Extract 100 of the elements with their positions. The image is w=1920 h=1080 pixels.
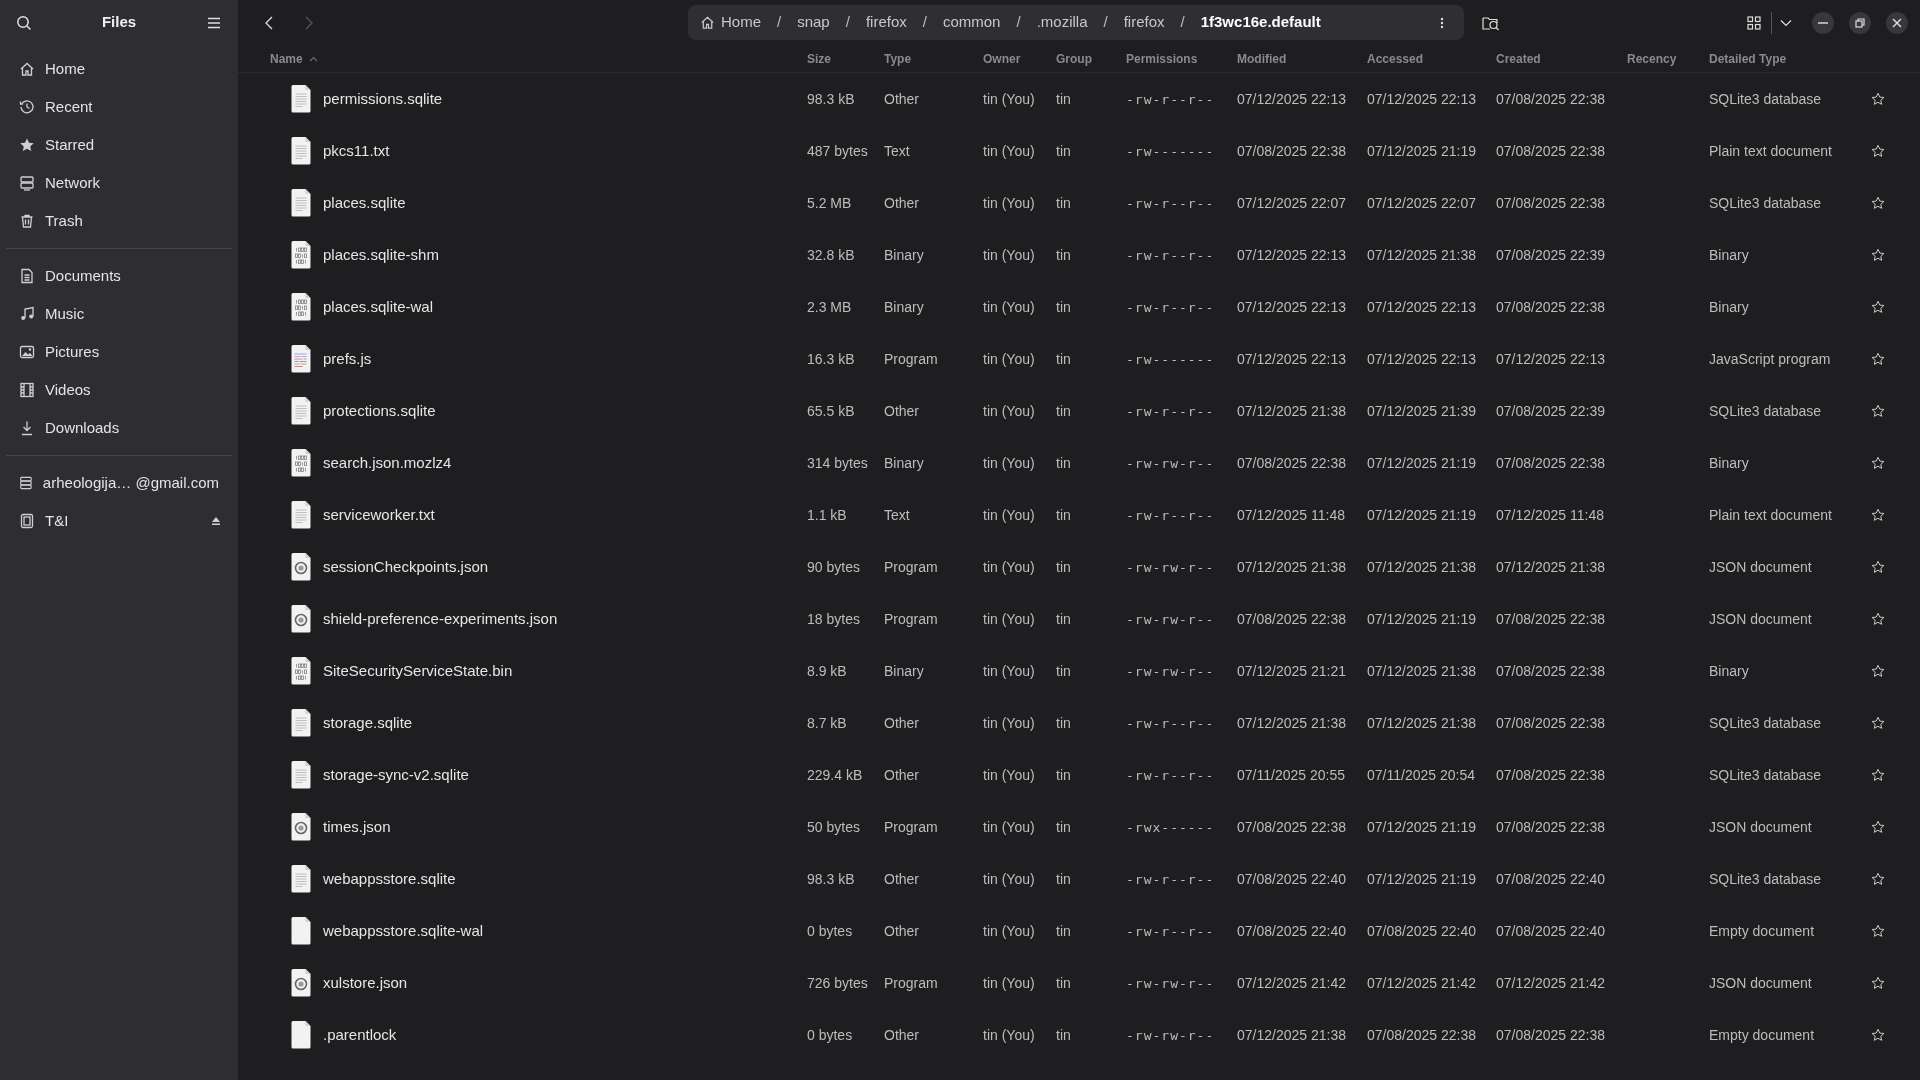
sidebar-item[interactable]: Downloads: [6, 409, 232, 447]
date-cell: 07/12/2025 21:19: [1367, 142, 1476, 159]
column-header[interactable]: Detailed Type: [1709, 49, 1787, 68]
breadcrumb[interactable]: 1f3wc16e.default: [1200, 11, 1321, 34]
date-cell: 07/08/2025 22:38: [1496, 662, 1605, 679]
owner-cell: tin (You): [983, 506, 1035, 523]
breadcrumb[interactable]: Home: [700, 11, 761, 34]
breadcrumb[interactable]: .mozilla: [1036, 11, 1088, 34]
date-cell: 07/12/2025 22:07: [1237, 194, 1346, 211]
size-cell: 16.3 kB: [807, 350, 855, 367]
file-row[interactable]: pkcs11.txt 487 bytes Text tin (You) tin -rw------- 07/08/2025 22:38 07/12/2025 21:19 07/08/2025 22:38 Plain text document: [238, 125, 1920, 177]
file-row[interactable]: webappsstore.sqlite 98.3 kB Other tin (You) tin -rw-r--r-- 07/08/2025 22:40 07/12/2025 21:19 07/08/2025 22:40 SQLite3 database: [238, 853, 1920, 905]
type-cell: Other: [884, 714, 919, 731]
date-cell: 07/12/2025 21:42: [1237, 974, 1346, 991]
path-separator: /: [845, 12, 850, 33]
close-button[interactable]: [1886, 11, 1908, 34]
file-row[interactable]: xulstore.json 726 bytes Program tin (You) tin -rw-rw-r-- 07/12/2025 21:42 07/12/2025 21:42 07/12/2025 21:42 JSON document: [238, 957, 1920, 1009]
star-icon: [1870, 92, 1885, 106]
owner-cell: tin (You): [983, 922, 1035, 939]
file-row[interactable]: sessionCheckpoints.json 90 bytes Program tin (You) tin -rw-rw-r-- 07/12/2025 21:38 07/12/2025 21:38 07/12/2025 21:38 JSON document: [238, 541, 1920, 593]
column-header[interactable]: Group: [1056, 49, 1092, 68]
sidebar-item[interactable]: T&I: [6, 502, 232, 540]
date-cell: 07/08/2025 22:38: [1496, 766, 1605, 783]
file-row[interactable]: places.sqlite-shm 32.8 kB Binary tin (You) tin -rw-r--r-- 07/12/2025 22:13 07/12/2025 21:38 07/08/2025 22:39 Binary: [238, 229, 1920, 281]
sidebar-item[interactable]: Documents: [6, 257, 232, 295]
breadcrumb[interactable]: firefox: [865, 11, 907, 34]
file-row[interactable]: places.sqlite-wal 2.3 MB Binary tin (You) tin -rw-r--r-- 07/12/2025 22:13 07/12/2025 22:13 07/08/2025 22:38 Binary: [238, 281, 1920, 333]
date-cell: 07/12/2025 21:19: [1367, 610, 1476, 627]
detailed-type-cell: JSON document: [1709, 974, 1812, 991]
column-header[interactable]: Type: [884, 49, 912, 68]
file-row[interactable]: storage-sync-v2.sqlite 229.4 kB Other tin (You) tin -rw-r--r-- 07/11/2025 20:55 07/11/2025 20:54 07/08/2025 22:38 SQLite3 database: [238, 749, 1920, 801]
star-icon: [1870, 508, 1885, 522]
breadcrumb[interactable]: common: [942, 11, 1001, 34]
date-cell: 07/12/2025 21:38: [1367, 662, 1476, 679]
star-icon: [1870, 248, 1885, 262]
file-row[interactable]: search.json.mozlz4 314 bytes Binary tin (You) tin -rw-rw-r-- 07/08/2025 22:38 07/12/2025 21:19 07/08/2025 22:38 Binary: [238, 437, 1920, 489]
sidebar-item[interactable]: Pictures: [6, 333, 232, 371]
file-row[interactable]: places.sqlite 5.2 MB Other tin (You) tin -rw-r--r-- 07/12/2025 22:07 07/12/2025 22:07 07/08/2025 22:38 SQLite3 database: [238, 177, 1920, 229]
column-header[interactable]: Accessed: [1367, 49, 1424, 68]
sidebar-item[interactable]: Starred: [6, 126, 232, 164]
sidebar-item[interactable]: arheologija… @gmail.com: [6, 464, 232, 502]
sidebar-item[interactable]: Trash: [6, 202, 232, 240]
breadcrumb[interactable]: snap: [797, 11, 830, 34]
trash-icon: [19, 213, 35, 229]
file-row[interactable]: .parentlock 0 bytes Other tin (You) tin -rw-rw-r-- 07/12/2025 21:38 07/08/2025 22:38 07/08/2025 22:38 Empty document: [238, 1009, 1920, 1061]
file-row[interactable]: protections.sqlite 65.5 kB Other tin (You) tin -rw-r--r-- 07/12/2025 21:38 07/12/2025 21:39 07/08/2025 22:39 SQLite3 database: [238, 385, 1920, 437]
file-row[interactable]: permissions.sqlite 98.3 kB Other tin (You) tin -rw-r--r-- 07/12/2025 22:13 07/12/2025 22:13 07/08/2025 22:38 SQLite3 database: [238, 73, 1920, 125]
column-header[interactable]: Permissions: [1126, 49, 1198, 68]
type-cell: Program: [884, 818, 938, 835]
permissions-cell: -rw-r--r--: [1126, 195, 1215, 211]
file-row[interactable]: prefs.js 16.3 kB Program tin (You) tin -rw------- 07/12/2025 22:13 07/12/2025 22:13 07/12/2025 22:13 JavaScript program: [238, 333, 1920, 385]
sidebar-item[interactable]: Videos: [6, 371, 232, 409]
group-cell: tin: [1056, 194, 1071, 211]
sidebar-item[interactable]: Music: [6, 295, 232, 333]
menu-icon: [207, 16, 221, 29]
column-header[interactable]: Size: [807, 49, 831, 68]
size-cell: 8.9 kB: [807, 662, 847, 679]
column-header[interactable]: Recency: [1627, 49, 1677, 68]
text-file-icon: [289, 137, 313, 165]
detailed-type-cell: Binary: [1709, 454, 1749, 471]
star-icon: [1870, 612, 1885, 626]
date-cell: 07/12/2025 11:48: [1237, 506, 1345, 523]
column-header[interactable]: Modified: [1237, 49, 1287, 68]
permissions-cell: -rw-r--r--: [1126, 507, 1215, 523]
permissions-cell: -rw-r--r--: [1126, 767, 1215, 783]
type-cell: Other: [884, 402, 919, 419]
sort-ascending-icon: [308, 55, 318, 62]
file-name: sessionCheckpoints.json: [323, 556, 489, 577]
sidebar-item[interactable]: Home: [6, 50, 232, 88]
sidebar-item[interactable]: Recent: [6, 88, 232, 126]
breadcrumb[interactable]: firefox: [1123, 11, 1165, 34]
star-icon: [1870, 404, 1885, 418]
permissions-cell: -rw-r--r--: [1126, 923, 1215, 939]
json-file-icon: [289, 969, 313, 997]
download-icon: [19, 420, 35, 436]
type-cell: Program: [884, 974, 938, 991]
column-header[interactable]: Owner: [983, 49, 1021, 68]
file-name: permissions.sqlite: [323, 88, 443, 109]
size-cell: 1.1 kB: [807, 506, 847, 523]
file-row[interactable]: shield-preference-experiments.json 18 bytes Program tin (You) tin -rw-rw-r-- 07/08/2025 22:38 07/12/2025 21:19 07/08/2025 22:38 JSON document: [238, 593, 1920, 645]
permissions-cell: -rwx------: [1126, 819, 1215, 835]
column-header[interactable]: Created: [1496, 49, 1541, 68]
date-cell: 07/08/2025 22:38: [1496, 90, 1605, 107]
maximize-button[interactable]: [1849, 11, 1871, 34]
home-icon: [700, 15, 715, 30]
minimize-button[interactable]: [1812, 11, 1834, 34]
file-row[interactable]: webappsstore.sqlite-wal 0 bytes Other tin (You) tin -rw-r--r-- 07/08/2025 22:40 07/08/2025 22:40 07/08/2025 22:40 Empty document: [238, 905, 1920, 957]
column-header[interactable]: Name: [270, 49, 318, 68]
permissions-cell: -rw-r--r--: [1126, 247, 1215, 263]
text-file-icon: [289, 761, 313, 789]
file-row[interactable]: SiteSecurityServiceState.bin 8.9 kB Binary tin (You) tin -rw-rw-r-- 07/12/2025 21:21 07/12/2025 21:38 07/08/2025 22:38 Binary: [238, 645, 1920, 697]
sidebar-item[interactable]: Network: [6, 164, 232, 202]
file-row[interactable]: serviceworker.txt 1.1 kB Text tin (You) tin -rw-r--r-- 07/12/2025 11:48 07/12/2025 21:19 07/12/2025 11:48 Plain text document: [238, 489, 1920, 541]
path-separator: /: [777, 12, 782, 33]
file-name: pkcs11.txt: [323, 140, 390, 161]
owner-cell: tin (You): [983, 610, 1035, 627]
file-row[interactable]: storage.sqlite 8.7 kB Other tin (You) tin -rw-r--r-- 07/12/2025 21:38 07/12/2025 21:38 07/08/2025 22:38 SQLite3 database: [238, 697, 1920, 749]
file-row[interactable]: times.json 50 bytes Program tin (You) tin -rwx------ 07/08/2025 22:38 07/12/2025 21:19 07/08/2025 22:38 JSON document: [238, 801, 1920, 853]
star-icon: [1870, 768, 1885, 782]
date-cell: 07/08/2025 22:38: [1237, 610, 1346, 627]
